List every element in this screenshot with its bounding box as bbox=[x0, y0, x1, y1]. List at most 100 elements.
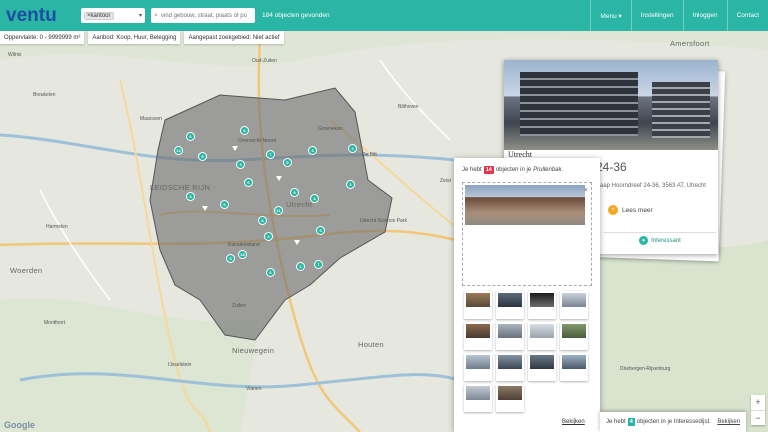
property-title: 24-36 bbox=[596, 160, 627, 174]
map-label: IJsselstein bbox=[168, 362, 192, 368]
dropped-property-photo[interactable] bbox=[465, 185, 585, 225]
trash-thumbnail[interactable] bbox=[528, 322, 556, 350]
map-cluster-marker[interactable]: 11 bbox=[274, 206, 283, 215]
type-tag-chip[interactable]: ×kantoor bbox=[84, 11, 114, 20]
filter-area[interactable]: Oppervlakte: 0 - 9999999 m² bbox=[0, 31, 85, 44]
trash-thumbnail[interactable] bbox=[496, 384, 524, 412]
map-label: Nieuwegein bbox=[232, 346, 275, 355]
zoom-in-button[interactable]: + bbox=[751, 395, 765, 411]
map-cluster-marker[interactable]: 5 bbox=[226, 254, 235, 263]
map-cluster-marker[interactable]: 10 bbox=[174, 146, 183, 155]
ventu-logo[interactable]: ventu bbox=[0, 0, 78, 31]
trash-panel: Je hebt 14 objecten in je Prullenbak. × … bbox=[454, 158, 600, 432]
map-cluster-marker[interactable]: 9 bbox=[316, 226, 325, 235]
close-icon[interactable]: × bbox=[584, 187, 588, 194]
trash-thumbnail[interactable] bbox=[560, 353, 588, 381]
read-more-label: Lees meer bbox=[622, 206, 653, 214]
filter-bar: Oppervlakte: 0 - 9999999 m² Aanbod: Koop… bbox=[0, 31, 284, 44]
filter-offer[interactable]: Aanbod: Koop, Huur, Belegging bbox=[88, 31, 181, 44]
map-cluster-marker[interactable]: 6 bbox=[240, 126, 249, 135]
map-cluster-marker[interactable]: 5 bbox=[198, 152, 207, 161]
trash-thumbnail[interactable] bbox=[496, 322, 524, 350]
filter-search-area[interactable]: Aangepast zoekgebied: Niet actief bbox=[184, 31, 284, 44]
map-cluster-marker[interactable]: 4 bbox=[310, 194, 319, 203]
map-cluster-marker[interactable]: 5 bbox=[283, 158, 292, 167]
search-box[interactable]: ⌕ bbox=[151, 8, 255, 23]
interest-button[interactable]: ♥ Interessant bbox=[604, 232, 716, 248]
trash-suffix: objecten in je bbox=[495, 167, 532, 173]
trash-thumbnail[interactable] bbox=[560, 291, 588, 319]
trash-count-badge: 14 bbox=[483, 166, 494, 174]
trash-thumbnail[interactable] bbox=[528, 291, 556, 319]
map-cluster-marker[interactable]: 6 bbox=[244, 178, 253, 187]
property-address: Kaap Hoorndreef 24-36, 3563 AT, Utrecht bbox=[596, 183, 706, 189]
trash-thumbnail[interactable] bbox=[496, 291, 524, 319]
map-label: Utrecht Science Park bbox=[360, 218, 407, 224]
heart-icon: ♥ bbox=[639, 236, 649, 245]
map-cluster-marker[interactable]: 7 bbox=[266, 150, 275, 159]
map-cluster-marker[interactable]: 2 bbox=[296, 262, 305, 271]
map-cluster-marker[interactable]: 4 bbox=[236, 160, 245, 169]
trash-thumbnail[interactable] bbox=[560, 322, 588, 350]
trash-panel-header: Je hebt 14 objecten in je Prullenbak. bbox=[462, 166, 563, 174]
map-label: Overvecht-Noord bbox=[238, 138, 277, 144]
trash-thumbnails bbox=[464, 291, 592, 412]
map-label: Bilthoven bbox=[398, 104, 419, 110]
map-label: Wilnis bbox=[8, 52, 22, 58]
map-pin-marker[interactable] bbox=[202, 206, 208, 211]
trash-thumbnail[interactable] bbox=[496, 353, 524, 381]
nav-contact[interactable]: Contact bbox=[726, 0, 768, 31]
map-cluster-marker[interactable]: 7 bbox=[314, 260, 323, 269]
type-tag-select[interactable]: ×kantoor ▾ bbox=[81, 8, 145, 23]
map-label: Breukelen bbox=[33, 92, 56, 98]
map-cluster-marker[interactable]: 3 bbox=[346, 180, 355, 189]
map-cluster-marker[interactable]: 9 bbox=[290, 188, 299, 197]
zoom-control: + − bbox=[751, 395, 765, 425]
trash-thumbnail[interactable] bbox=[464, 291, 492, 319]
map-cluster-marker[interactable]: 3 bbox=[186, 192, 195, 201]
nav-menu[interactable]: Menu ▾ bbox=[590, 0, 630, 31]
map-cluster-marker[interactable]: 2 bbox=[348, 144, 357, 153]
nav-login[interactable]: Inloggen bbox=[682, 0, 727, 31]
trash-dropzone[interactable]: × bbox=[462, 182, 592, 286]
map-cluster-marker[interactable]: 6 bbox=[186, 132, 195, 141]
google-logo: Google bbox=[4, 420, 35, 430]
map-label: LEIDSCHE RIJN bbox=[150, 183, 211, 192]
map-label: Vianen bbox=[246, 386, 262, 392]
trash-thumbnail[interactable] bbox=[464, 322, 492, 350]
interest-prefix: Je hebt bbox=[606, 419, 626, 425]
map-label: Houten bbox=[358, 340, 384, 349]
map-label: Oud-Zuilen bbox=[252, 58, 277, 64]
trash-view-link[interactable]: Bekijken bbox=[562, 419, 585, 425]
map-label: Groenekan bbox=[318, 126, 343, 132]
map-label: Amersfoort bbox=[670, 39, 710, 48]
map-cluster-marker[interactable]: 4 bbox=[264, 232, 273, 241]
chevron-down-icon[interactable]: ▾ bbox=[139, 12, 142, 19]
map-label: Harmelen bbox=[46, 224, 68, 230]
trash-thumbnail[interactable] bbox=[464, 353, 492, 381]
map-pin-marker[interactable] bbox=[276, 176, 282, 181]
map-pin-marker[interactable] bbox=[294, 240, 300, 245]
search-input[interactable] bbox=[160, 12, 249, 19]
trash-thumbnail[interactable] bbox=[528, 353, 556, 381]
trash-bin-name: Prullenbak. bbox=[533, 167, 564, 173]
map-label: Maarssen bbox=[140, 116, 162, 122]
trash-thumbnail[interactable] bbox=[464, 384, 492, 412]
property-photo bbox=[504, 60, 718, 150]
map-label: Utrecht bbox=[286, 200, 313, 209]
map-cluster-marker[interactable]: 6 bbox=[220, 200, 229, 209]
map-cluster-marker[interactable]: 8 bbox=[258, 216, 267, 225]
map-label: Kanaleneiland bbox=[228, 242, 260, 248]
map-pin-marker[interactable] bbox=[232, 146, 238, 151]
nav-settings[interactable]: Instellingen bbox=[630, 0, 683, 31]
building-image bbox=[520, 72, 638, 136]
map-cluster-marker[interactable]: 6 bbox=[266, 268, 275, 277]
map-label: Woerden bbox=[10, 266, 43, 275]
map-cluster-marker[interactable]: 3 bbox=[308, 146, 317, 155]
map-cluster-marker[interactable]: 18 bbox=[238, 250, 247, 259]
read-more-link[interactable]: + Lees meer bbox=[608, 205, 653, 215]
interest-count-badge: 4 bbox=[627, 418, 635, 426]
map-label: Zuilen bbox=[232, 303, 246, 309]
interest-view-link[interactable]: Bekijken bbox=[717, 419, 740, 425]
zoom-out-button[interactable]: − bbox=[751, 411, 765, 426]
